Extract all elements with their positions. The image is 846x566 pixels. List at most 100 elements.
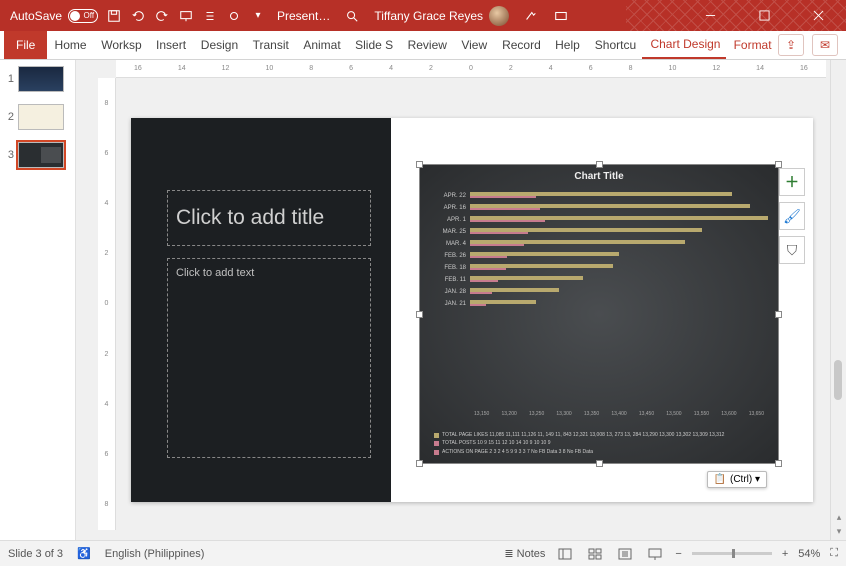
tab-insert[interactable]: Insert <box>148 31 193 59</box>
autosave-switch[interactable]: Off <box>68 9 98 23</box>
tab-transitions[interactable]: Transit <box>245 31 296 59</box>
slideshow-button[interactable] <box>645 546 665 562</box>
zoom-out-button[interactable]: − <box>675 548 681 560</box>
chart-elements-button[interactable]: ＋ <box>779 168 805 196</box>
slide-sorter-button[interactable] <box>585 546 605 562</box>
save-icon[interactable] <box>106 8 122 24</box>
maximize-button[interactable] <box>742 0 786 31</box>
selection-handle[interactable] <box>416 161 423 168</box>
selection-handle[interactable] <box>416 460 423 467</box>
slide-right-pane: Chart Title APR. 22APR. 16APR. 1MAR. 25M… <box>391 118 813 502</box>
autosave-label: AutoSave <box>10 9 62 23</box>
list-icon[interactable] <box>202 8 218 24</box>
tab-recording[interactable]: Record <box>494 31 547 59</box>
chart-category-label: FEB. 18 <box>430 265 470 271</box>
chart-styles-button[interactable]: 🖌 <box>779 202 805 230</box>
tab-file[interactable]: File <box>4 31 47 59</box>
selection-handle[interactable] <box>416 311 423 318</box>
search-icon[interactable] <box>344 8 360 24</box>
selection-handle[interactable] <box>775 460 782 467</box>
user-account[interactable]: Tiffany Grace Reyes <box>374 6 509 26</box>
notes-toggle[interactable]: ≣ Notes <box>504 547 545 560</box>
tab-home[interactable]: Home <box>47 31 94 59</box>
paste-options-label: (Ctrl) ▾ <box>730 474 760 485</box>
ribbon-right: ⇪ ✉ <box>778 31 846 59</box>
thumbnail-3-preview <box>18 142 64 168</box>
ribbon-display-icon[interactable] <box>553 8 569 24</box>
chart-bar-row: MAR. 25 <box>430 227 768 237</box>
undo-icon[interactable] <box>130 8 146 24</box>
slide-left-pane: Click to add title Click to add text <box>131 118 391 502</box>
vertical-scrollbar[interactable]: ▴ ▾ <box>830 60 846 540</box>
touch-mode-icon[interactable] <box>226 8 242 24</box>
close-button[interactable] <box>796 0 840 31</box>
selection-handle[interactable] <box>596 460 603 467</box>
tab-workspace[interactable]: Worksp <box>93 31 148 59</box>
tab-chart-design[interactable]: Chart Design <box>642 31 725 59</box>
tab-view[interactable]: View <box>453 31 494 59</box>
slide-editor: 1614121086420246810121416 864202468 Clic… <box>76 60 846 540</box>
paste-options-button[interactable]: 📋 (Ctrl) ▾ <box>707 471 767 488</box>
text-placeholder[interactable]: Click to add text <box>167 258 371 458</box>
comments-button[interactable]: ✉ <box>812 34 838 56</box>
tab-design[interactable]: Design <box>193 31 245 59</box>
from-beginning-icon[interactable] <box>178 8 194 24</box>
selection-handle[interactable] <box>775 161 782 168</box>
fit-to-window-button[interactable]: ⛶ <box>830 547 838 560</box>
vertical-ruler[interactable]: 864202468 <box>98 78 116 530</box>
chart-category-label: FEB. 26 <box>430 253 470 259</box>
chart-category-label: APR. 16 <box>430 205 470 211</box>
slide-canvas-wrap[interactable]: Click to add title Click to add text Cha… <box>126 88 818 532</box>
coming-soon-icon[interactable] <box>523 8 539 24</box>
selection-handle[interactable] <box>596 161 603 168</box>
chart-filters-button[interactable]: ⛉ <box>779 236 805 264</box>
share-button[interactable]: ⇪ <box>778 34 804 56</box>
slide-thumbnails-panel[interactable]: 1 2 3 <box>0 60 76 540</box>
selection-handle[interactable] <box>775 311 782 318</box>
chart-category-label: APR. 1 <box>430 217 470 223</box>
thumbnail-1[interactable]: 1 <box>4 66 71 92</box>
tab-animations[interactable]: Animat <box>295 31 347 59</box>
quick-access-toolbar: AutoSave Off ▾ <box>0 8 266 24</box>
zoom-level[interactable]: 54% <box>798 548 820 560</box>
main-area: 1 2 3 1614121086420246810121416 86420246… <box>0 60 846 540</box>
chart-bar-secondary <box>470 304 486 306</box>
slide[interactable]: Click to add title Click to add text Cha… <box>131 118 813 502</box>
chart-bar-secondary <box>470 232 528 234</box>
redo-icon[interactable] <box>154 8 170 24</box>
chart-element-buttons: ＋ 🖌 ⛉ <box>779 168 805 264</box>
language-status[interactable]: English (Philippines) <box>105 548 205 560</box>
chart-bar-row: JAN. 28 <box>430 287 768 297</box>
reading-view-button[interactable] <box>615 546 635 562</box>
thumbnail-2[interactable]: 2 <box>4 104 71 130</box>
window-controls <box>688 0 846 31</box>
document-name[interactable]: Present… <box>277 9 330 23</box>
normal-view-button[interactable] <box>555 546 575 562</box>
scrollbar-thumb[interactable] <box>834 360 842 400</box>
qat-more-icon[interactable]: ▾ <box>250 8 266 24</box>
scroll-down-icon[interactable]: ▾ <box>831 524 846 538</box>
tab-format[interactable]: Format <box>726 31 778 59</box>
chart-bar-secondary <box>470 280 498 282</box>
user-name: Tiffany Grace Reyes <box>374 9 483 23</box>
chart-bar-secondary <box>470 208 540 210</box>
thumbnail-3[interactable]: 3 <box>4 142 71 168</box>
minimize-button[interactable] <box>688 0 732 31</box>
zoom-in-button[interactable]: + <box>782 548 788 560</box>
slide-counter[interactable]: Slide 3 of 3 <box>8 548 63 560</box>
title-placeholder[interactable]: Click to add title <box>167 190 371 246</box>
chart-object[interactable]: Chart Title APR. 22APR. 16APR. 1MAR. 25M… <box>419 164 779 464</box>
zoom-slider[interactable] <box>692 552 772 555</box>
chart-legend: TOTAL PAGE LIKES 11,085 11,111 11,126 11… <box>434 432 768 458</box>
scroll-up-icon[interactable]: ▴ <box>831 510 846 524</box>
tab-review[interactable]: Review <box>400 31 454 59</box>
chart-bar-row: FEB. 18 <box>430 263 768 273</box>
autosave-toggle[interactable]: AutoSave Off <box>10 9 98 23</box>
horizontal-ruler[interactable]: 1614121086420246810121416 <box>116 60 826 78</box>
tab-slideshow[interactable]: Slide S <box>347 31 399 59</box>
chart-plot-area[interactable]: APR. 22APR. 16APR. 1MAR. 25MAR. 4FEB. 26… <box>430 191 768 405</box>
ribbon-tabs: File Home Worksp Insert Design Transit A… <box>0 31 846 60</box>
tab-help[interactable]: Help <box>547 31 587 59</box>
tab-shortcuts[interactable]: Shortcu <box>587 31 643 59</box>
accessibility-icon[interactable]: ♿ <box>77 547 91 560</box>
